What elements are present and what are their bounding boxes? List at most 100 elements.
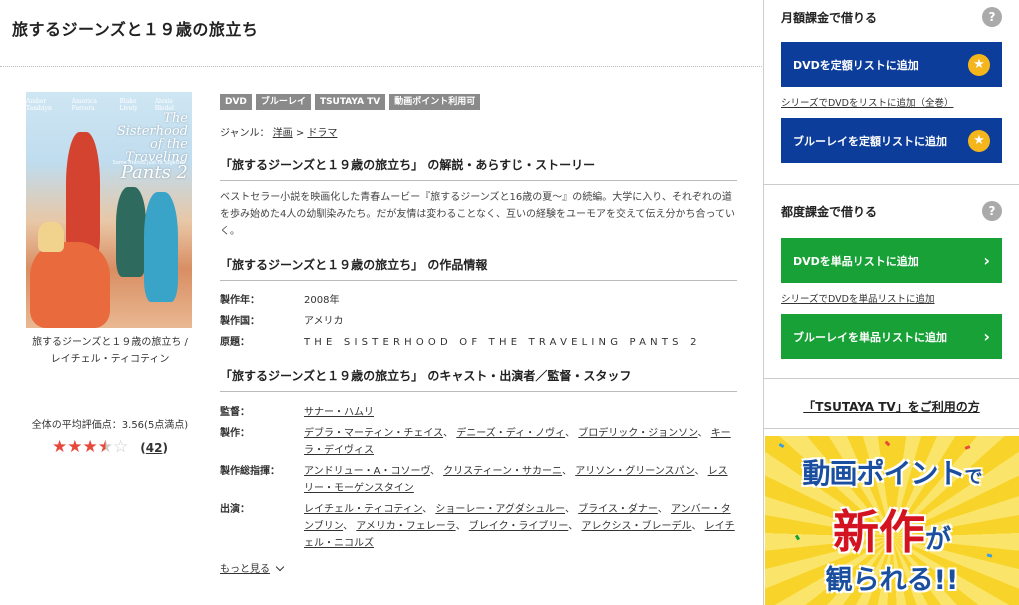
- single-header: 都度課金で借りる ?: [781, 201, 1002, 221]
- genre-link-drama[interactable]: ドラマ: [307, 128, 337, 139]
- poster-figure: [116, 187, 146, 277]
- genre-breadcrumb: ジャンル： 洋画 > ドラマ: [220, 124, 737, 139]
- add-dvd-single-button[interactable]: DVDを単品リストに追加 ›: [781, 238, 1002, 283]
- add-bluray-single-button[interactable]: ブルーレイを単品リストに追加 ›: [781, 314, 1002, 359]
- info-value: 2008年: [304, 295, 340, 306]
- main-content: DVD ブルーレイ TSUTAYA TV 動画ポイント利用可 ジャンル： 洋画 …: [220, 94, 737, 575]
- poster-figure: [144, 192, 178, 302]
- person-link[interactable]: ブライス・ダナー: [578, 504, 658, 515]
- monthly-section: 月額課金で借りる ? DVDを定額リストに追加 ★ シリーズでDVDをリストに追…: [764, 7, 1019, 163]
- rating-count-close: ): [162, 440, 168, 455]
- list-separator: 、: [657, 504, 668, 515]
- poster-title-4: Pants 2: [120, 162, 188, 183]
- add-dvd-monthly-button[interactable]: DVDを定額リストに追加 ★: [781, 42, 1002, 87]
- genre-separator: >: [292, 128, 308, 139]
- show-more-link[interactable]: もっと見る: [220, 564, 270, 575]
- cast-row-director: 監督： サナー・ハムリ: [220, 404, 737, 421]
- cast-key: 製作：: [220, 428, 250, 439]
- sidebar-divider: [764, 184, 1019, 185]
- chevron-right-icon: ›: [983, 327, 990, 346]
- badge-dvd: DVD: [220, 94, 252, 110]
- button-label: DVDを単品リストに追加: [793, 254, 919, 268]
- star-icon: ★: [67, 437, 83, 457]
- button-label: DVDを定額リストに追加: [793, 58, 919, 72]
- exec-list: アンドリュー・A・コソーヴ、 クリスティーン・サカーニ、 アリソン・グリーンスパ…: [304, 463, 737, 497]
- add-bluray-monthly-button[interactable]: ブルーレイを定額リストに追加 ★: [781, 118, 1002, 163]
- info-value: THE SISTERHOOD OF THE TRAVELING PANTS 2: [304, 337, 701, 348]
- series-monthly-link[interactable]: シリーズでDVDをリストに追加（全巻）: [781, 95, 1002, 109]
- poster-actor-2: America Ferrera: [71, 98, 97, 112]
- person-link[interactable]: サナー・ハムリ: [304, 407, 374, 418]
- confetti: [964, 445, 971, 450]
- banner-line-2: 新作が: [765, 496, 1019, 562]
- promo-banner[interactable]: 動画ポイントで 新作が 観られる!!: [765, 436, 1019, 605]
- list-separator: 、: [568, 521, 579, 532]
- actor-list: レイチェル・ティコティン、 ショーレー・アグダシュルー、 ブライス・ダナー、 ア…: [304, 501, 737, 552]
- cast-key: 製作総指揮：: [220, 466, 280, 477]
- review-count-link[interactable]: 42: [146, 441, 163, 455]
- title-divider: [0, 66, 762, 67]
- info-value: アメリカ: [304, 316, 344, 327]
- person-link[interactable]: クリスティーン・サカーニ: [443, 466, 562, 477]
- rating-label: 全体の平均評価点：3.56(5点満点): [31, 420, 189, 431]
- list-separator: 、: [429, 466, 440, 477]
- synopsis-text: ベストセラー小説を映画化した青春ムービー『旅するジーンズと16歳の夏～』の続編。…: [220, 192, 736, 237]
- poster-actor-1: Amber Tamblyn: [26, 98, 52, 112]
- poster-tagline: Some friends just fit together: [112, 160, 186, 166]
- poster-actor-3: Blake Lively: [119, 98, 138, 112]
- confetti: [778, 442, 785, 449]
- rental-sidebar: 月額課金で借りる ? DVDを定額リストに追加 ★ シリーズでDVDをリストに追…: [763, 0, 1019, 605]
- person-link[interactable]: デブラ・マーティン・チェイス: [304, 428, 443, 439]
- poster-title: The Sisterhood of the Traveling Pants 2: [92, 112, 188, 182]
- star-icon: ★: [968, 53, 990, 76]
- poster-actor-names: Amber Tamblyn America Ferrera Blake Live…: [26, 98, 192, 112]
- info-key: 製作年：: [220, 295, 260, 306]
- list-separator: 、: [562, 466, 573, 477]
- list-separator: 、: [691, 521, 702, 532]
- help-icon[interactable]: ?: [982, 201, 1002, 221]
- person-link[interactable]: レイチェル・ティコティン: [304, 504, 422, 515]
- synopsis-heading: 「旅するジーンズと１９歳の旅立ち」 の解説・あらすじ・ストーリー: [220, 156, 737, 181]
- caption-actor: レイチェル・ティコティン: [50, 354, 170, 365]
- tsutaya-tv-link[interactable]: 「TSUTAYA TV」をご利用の方: [764, 398, 1019, 415]
- chevron-down-icon: [275, 562, 285, 572]
- series-single-link[interactable]: シリーズでDVDを単品リストに追加: [781, 291, 1002, 305]
- cast-key: 監督：: [220, 407, 250, 418]
- cast-table: 監督： サナー・ハムリ 製作： デブラ・マーティン・チェイス、 デニーズ・ディ・…: [220, 404, 737, 552]
- genre-label: ジャンル：: [220, 128, 270, 139]
- poster-image[interactable]: Amber Tamblyn America Ferrera Blake Live…: [26, 92, 192, 328]
- person-link[interactable]: アリソン・グリーンスパン: [575, 466, 694, 477]
- producer-list: デブラ・マーティン・チェイス、 デニーズ・ディ・ノヴィ、 ブロデリック・ジョンソ…: [304, 425, 737, 459]
- poster-figure: [38, 222, 64, 252]
- cast-row-exec: 製作総指揮： アンドリュー・A・コソーヴ、 クリスティーン・サカーニ、 アリソン…: [220, 463, 737, 497]
- list-separator: 、: [422, 504, 433, 515]
- sidebar-divider: [764, 378, 1019, 379]
- person-link[interactable]: アレクシス・ブレーデル: [581, 521, 691, 532]
- banner-text: で: [964, 467, 983, 488]
- list-separator: 、: [343, 521, 354, 532]
- person-link[interactable]: アメリカ・フェレーラ: [356, 521, 455, 532]
- badge-bluray: ブルーレイ: [255, 94, 311, 110]
- list-separator: 、: [443, 428, 454, 439]
- person-link[interactable]: ブロデリック・ジョンソン: [578, 428, 697, 439]
- format-badges: DVD ブルーレイ TSUTAYA TV 動画ポイント利用可: [220, 94, 737, 110]
- star-icon: ★: [82, 437, 98, 457]
- banner-line-1: 動画ポイントで: [765, 452, 1019, 492]
- person-link[interactable]: ブレイク・ライブリー: [469, 521, 569, 532]
- confetti: [884, 440, 891, 447]
- info-key: 製作国：: [220, 316, 260, 327]
- star-rating: ★ ★ ★ ★ ☆: [52, 439, 128, 456]
- help-icon[interactable]: ?: [982, 7, 1002, 27]
- person-link[interactable]: デニーズ・ディ・ノヴィ: [456, 428, 565, 439]
- info-row-original-title: 原題： THE SISTERHOOD OF THE TRAVELING PANT…: [220, 335, 737, 350]
- genre-link-western[interactable]: 洋画: [273, 128, 293, 139]
- caption-title: 旅するジーンズと１９歳の旅立ち /: [32, 337, 188, 348]
- single-title: 都度課金で借りる: [781, 204, 878, 219]
- page-title: 旅するジーンズと１９歳の旅立ち: [12, 20, 259, 39]
- person-link[interactable]: アンドリュー・A・コソーヴ: [304, 466, 430, 477]
- cast-heading: 「旅するジーンズと１９歳の旅立ち」 のキャスト・出演者／監督・スタッフ: [220, 367, 737, 392]
- info-key: 原題：: [220, 337, 250, 348]
- person-link[interactable]: ショーレー・アグダシュルー: [435, 504, 565, 515]
- star-icon: ☆: [113, 437, 129, 457]
- info-heading: 「旅するジーンズと１９歳の旅立ち」 の作品情報: [220, 256, 737, 281]
